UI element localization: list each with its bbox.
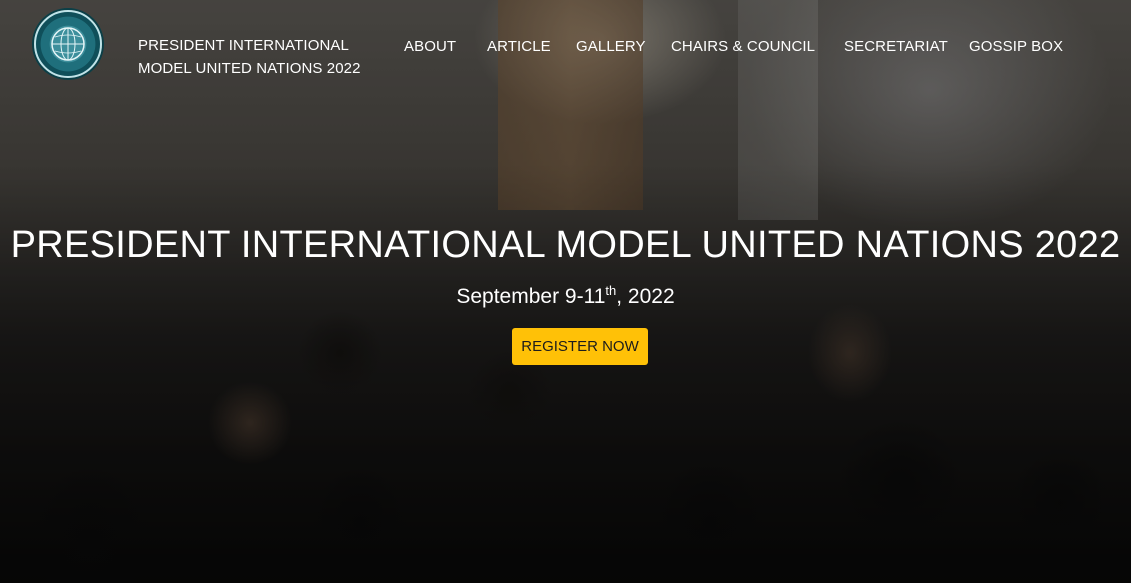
register-now-button[interactable]: REGISTER NOW — [512, 328, 648, 365]
nav-link-gallery[interactable]: GALLERY — [576, 38, 646, 55]
brand-line-2: MODEL UNITED NATIONS 2022 — [138, 60, 361, 77]
nav-link-chairs-council[interactable]: CHAIRS & COUNCIL — [671, 38, 815, 55]
site-header: PRESIDENT INTERNATIONAL MODEL UNITED NAT… — [0, 0, 1131, 100]
main-nav: ABOUT ARTICLE GALLERY CHAIRS & COUNCIL S… — [0, 38, 1131, 58]
hero-title: PRESIDENT INTERNATIONAL MODEL UNITED NAT… — [10, 224, 1121, 266]
nav-link-article[interactable]: ARTICLE — [487, 38, 551, 55]
event-date-prefix: September 9-11 — [456, 285, 606, 308]
nav-link-about[interactable]: ABOUT — [404, 38, 456, 55]
event-date-ordinal: th — [605, 283, 617, 298]
nav-link-gossip-box[interactable]: GOSSIP BOX — [969, 38, 1063, 55]
event-date: September 9-11th, 2022 — [0, 283, 1131, 309]
nav-link-secretariat[interactable]: SECRETARIAT — [844, 38, 948, 55]
event-date-suffix: , 2022 — [616, 285, 675, 308]
